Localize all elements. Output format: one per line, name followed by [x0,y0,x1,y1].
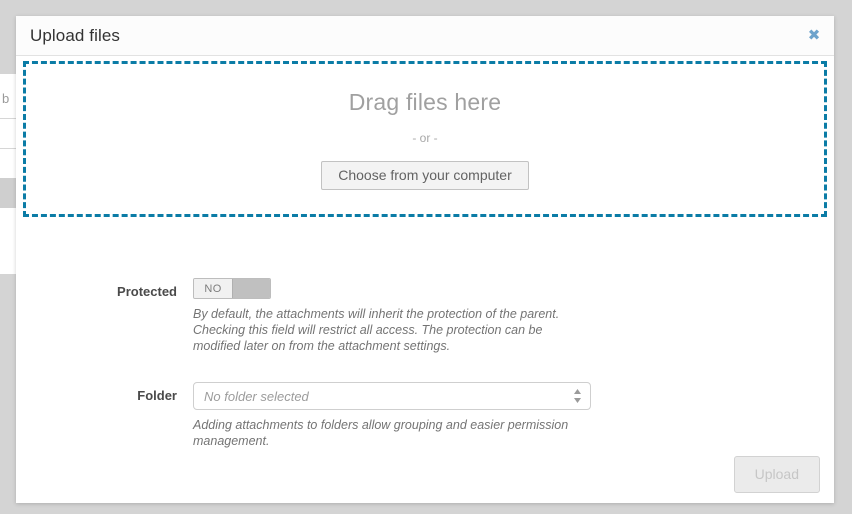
choose-file-button[interactable]: Choose from your computer [321,160,529,190]
background-text: b [2,91,10,106]
protected-row: Protected NO By default, the attachments… [16,278,834,354]
dropzone-separator: - or - [412,130,438,145]
toggle-knob[interactable] [232,279,270,298]
folder-control: No folder selected Adding attachments to… [193,382,834,449]
protected-toggle[interactable]: NO [193,278,271,299]
folder-row: Folder No folder selected Adding attachm… [16,382,834,449]
protected-help-text: By default, the attachments will inherit… [193,307,560,353]
protected-toggle-value: NO [194,279,232,298]
dialog-footer: Upload [733,456,820,493]
protected-control: NO By default, the attachments will inhe… [193,278,834,354]
dropzone-title: Drag files here [348,88,502,115]
dialog-body: Drag files here - or - Choose from your … [16,56,834,503]
file-dropzone[interactable]: Drag files here - or - Choose from your … [23,61,827,217]
folder-select[interactable]: No folder selected [193,382,591,410]
upload-files-dialog: Upload files ✖ Drag files here - or - Ch… [16,16,834,503]
folder-select-wrapper: No folder selected [193,382,591,410]
protected-label: Protected [117,284,177,299]
close-icon[interactable]: ✖ [804,26,824,46]
upload-options-form: Protected NO By default, the attachments… [16,278,834,455]
folder-label: Folder [137,388,177,403]
upload-button[interactable]: Upload [733,456,820,493]
dialog-title: Upload files [30,25,121,45]
folder-help-text: Adding attachments to folders allow grou… [193,418,569,448]
dialog-header: Upload files ✖ [16,16,834,56]
